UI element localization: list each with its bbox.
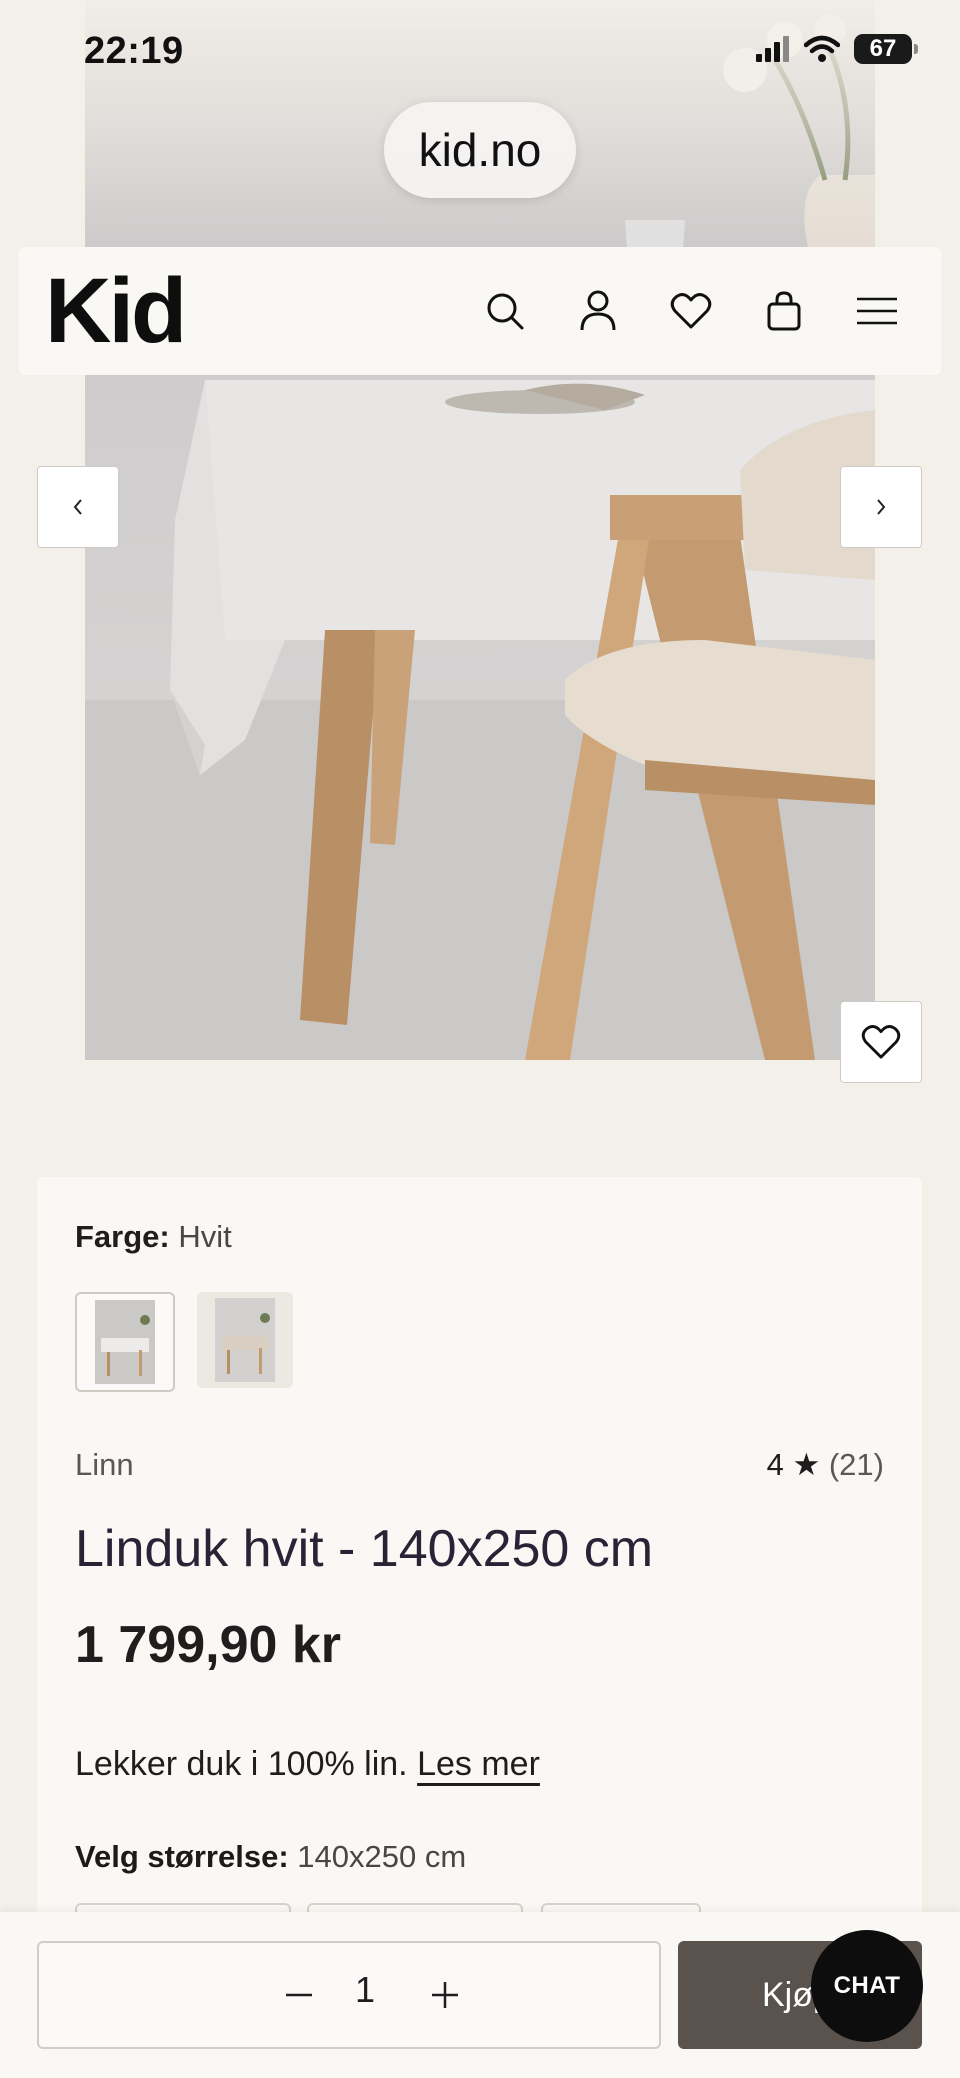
bag-icon: [767, 291, 801, 331]
quantity-stepper: 1: [37, 1941, 661, 2049]
color-swatch-white[interactable]: [75, 1292, 175, 1392]
size-label: Velg størrelse:: [75, 1839, 289, 1874]
quantity-value[interactable]: 1: [335, 1969, 395, 2011]
carousel-prev-button[interactable]: [37, 466, 119, 548]
status-time: 22:19: [84, 30, 184, 72]
product-price: 1 799,90 kr: [75, 1616, 342, 1674]
search-button[interactable]: [481, 287, 529, 335]
battery-level: 67: [869, 35, 897, 62]
menu-button[interactable]: [853, 287, 901, 335]
color-swatch-beige[interactable]: [197, 1292, 293, 1388]
header-actions: [481, 287, 901, 335]
add-to-wishlist-button[interactable]: [840, 1001, 922, 1083]
chat-button[interactable]: CHAT: [811, 1930, 923, 2042]
product-description: Lekker duk i 100% lin. Les mer: [75, 1745, 540, 1784]
swatch-thumbnail: [95, 1300, 155, 1384]
minus-icon: [286, 1993, 312, 1997]
heart-icon: [861, 1025, 901, 1059]
hamburger-icon: [857, 297, 897, 325]
product-rating[interactable]: 4 ★ (21): [767, 1447, 884, 1483]
chevron-left-icon: [73, 499, 82, 515]
star-icon: ★: [792, 1447, 821, 1482]
description-text: Lekker duk i 100% lin.: [75, 1745, 408, 1783]
site-header: Kid: [19, 247, 941, 375]
read-more-link[interactable]: Les mer: [417, 1745, 540, 1783]
status-icons: 67: [756, 34, 918, 64]
cart-button[interactable]: [760, 287, 808, 335]
site-logo[interactable]: Kid: [45, 265, 187, 357]
user-icon: [580, 290, 616, 331]
carousel-next-button[interactable]: [840, 466, 922, 548]
color-value: Hvit: [178, 1219, 232, 1254]
product-brand[interactable]: Linn: [75, 1447, 134, 1483]
size-value: 140x250 cm: [297, 1839, 467, 1874]
heart-icon: [670, 293, 712, 329]
battery-icon: 67: [854, 34, 918, 64]
chevron-right-icon: [877, 499, 886, 515]
swatch-thumbnail: [215, 1298, 275, 1382]
wifi-icon: [804, 35, 840, 62]
url-bar[interactable]: kid.no: [384, 102, 576, 198]
wishlist-button[interactable]: [667, 287, 715, 335]
product-title: Linduk hvit - 140x250 cm: [75, 1520, 654, 1578]
color-label: Farge:: [75, 1219, 170, 1254]
rating-count: (21): [828, 1447, 884, 1482]
account-button[interactable]: [574, 287, 622, 335]
rating-value: 4: [766, 1447, 784, 1482]
increase-quantity-button[interactable]: [421, 1971, 469, 2019]
color-selector-label: Farge: Hvit: [75, 1219, 232, 1255]
plus-icon: [432, 1982, 458, 2008]
size-selector-label: Velg størrelse: 140x250 cm: [75, 1839, 466, 1875]
decrease-quantity-button[interactable]: [275, 1971, 323, 2019]
signal-icon: [756, 36, 789, 62]
search-icon: [487, 293, 524, 330]
